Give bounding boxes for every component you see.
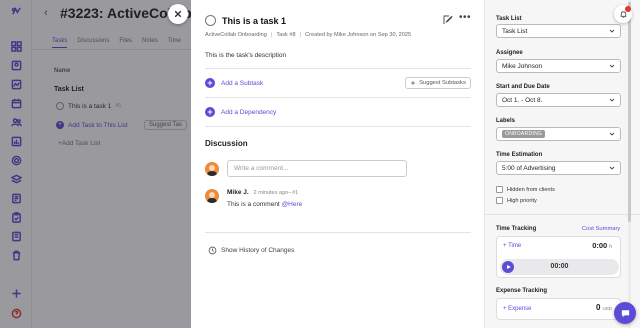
- sparkle-icon: [410, 80, 416, 86]
- expense-tracking-card: + Expense 0 USD: [496, 298, 621, 320]
- suggest-subtasks-button[interactable]: Suggest Subtasks: [405, 77, 471, 89]
- assignee-select[interactable]: Mike Johnson: [496, 59, 621, 73]
- notification-badge: [625, 6, 631, 12]
- discussion-title: Discussion: [205, 139, 248, 148]
- dates-value: Oct 1. - Oct 8.: [502, 96, 543, 104]
- notifications-button[interactable]: [614, 5, 632, 23]
- task-list-label: Task List: [496, 16, 522, 22]
- dates-picker[interactable]: Oct 1. - Oct 8.: [496, 93, 621, 107]
- meta-separator: |: [270, 32, 273, 38]
- created-by: Created by Mike Johnson on Sep 30, 2025: [305, 32, 412, 38]
- task-modal: This is a task 1 ••• ActiveCollab Onboar…: [191, 0, 640, 328]
- edit-icon[interactable]: [443, 15, 453, 25]
- comment-header: Mike J. 2 minutes ago–#1: [227, 189, 302, 196]
- add-time-button[interactable]: + Time: [503, 243, 521, 249]
- chat-button[interactable]: [614, 302, 636, 324]
- show-history-label: Show History of Changes: [221, 247, 295, 254]
- timer-bar: 00:00: [500, 259, 619, 275]
- labels-select[interactable]: ONBOARDING: [496, 127, 621, 141]
- comment-author[interactable]: Mike J.: [227, 189, 249, 196]
- checkbox-box[interactable]: [496, 186, 503, 193]
- task-sidebar: Task List Task List Assignee Mike Johnso…: [484, 0, 640, 328]
- cost-summary-link[interactable]: Cost Summary: [582, 226, 620, 232]
- expense-tracking-label: Expense Tracking: [496, 288, 548, 294]
- comment-time: 2 minutes ago: [253, 190, 289, 196]
- label-chip[interactable]: ONBOARDING: [502, 130, 546, 138]
- close-modal-button[interactable]: [168, 4, 188, 24]
- high-priority-label: High priority: [507, 197, 537, 204]
- task-title[interactable]: This is a task 1: [222, 16, 286, 26]
- chevron-down-icon: [609, 166, 615, 170]
- assignee-label: Assignee: [496, 50, 523, 56]
- hidden-from-clients-label: Hidden from clients: [507, 186, 555, 193]
- add-dependency-button[interactable]: + Add a Dependency: [205, 107, 276, 117]
- chat-icon: [621, 309, 629, 317]
- high-priority-checkbox[interactable]: High priority: [496, 197, 537, 204]
- plus-icon: +: [205, 107, 215, 117]
- project-link[interactable]: ActiveCollab Onboarding: [205, 32, 267, 38]
- task-main-panel: This is a task 1 ••• ActiveCollab Onboar…: [191, 0, 484, 328]
- complete-task-checkbox[interactable]: [205, 15, 216, 26]
- history-icon: [208, 246, 217, 255]
- comment-body: This is a comment: [227, 201, 280, 208]
- time-total: 0:00 h: [592, 241, 612, 250]
- timer-value: 00:00: [550, 263, 569, 270]
- time-tracking-card: + Time 0:00 h 00:00: [496, 236, 621, 278]
- chevron-down-icon: [609, 64, 615, 68]
- time-total-value: 0:00: [592, 241, 608, 250]
- add-dependency-label: Add a Dependency: [221, 108, 277, 116]
- expense-total: 0 USD: [596, 303, 612, 312]
- hidden-from-clients-checkbox[interactable]: Hidden from clients: [496, 186, 555, 193]
- sidebar-scrollbar-thumb[interactable]: [628, 2, 631, 222]
- show-history-button[interactable]: Show History of Changes: [208, 246, 294, 255]
- comment-mention[interactable]: @Here: [282, 201, 303, 208]
- add-expense-label: Expense: [508, 306, 532, 312]
- dates-label: Start and Due Date: [496, 84, 550, 90]
- assignee-value: Mike Johnson: [502, 62, 543, 70]
- task-meta: ActiveCollab Onboarding | Task #8 | Crea…: [205, 32, 411, 38]
- comment-input[interactable]: [227, 160, 407, 177]
- comment-ref[interactable]: #1: [292, 190, 298, 196]
- meta-separator: |: [299, 32, 302, 38]
- estimation-label: Time Estimation: [496, 152, 543, 158]
- comment-item: Mike J. 2 minutes ago–#1 This is a comme…: [205, 189, 302, 208]
- divider: [205, 68, 471, 69]
- estimation-value: 5:00 of Advertising: [502, 164, 556, 172]
- add-subtask-button[interactable]: + Add a Subtask: [205, 78, 263, 88]
- more-options-icon[interactable]: •••: [459, 13, 471, 25]
- avatar: [205, 189, 219, 203]
- time-unit: h: [609, 244, 612, 250]
- add-subtask-label: Add a Subtask: [221, 79, 264, 87]
- task-description[interactable]: This is the task's description: [205, 52, 286, 59]
- task-list-select[interactable]: Task List: [496, 24, 621, 38]
- checkbox-box[interactable]: [496, 197, 503, 204]
- task-header: This is a task 1: [205, 15, 286, 26]
- add-time-label: Time: [508, 243, 522, 249]
- chevron-down-icon: [609, 132, 615, 136]
- add-expense-button[interactable]: + Expense: [503, 306, 532, 312]
- estimation-select[interactable]: 5:00 of Advertising: [496, 161, 621, 175]
- close-icon: [174, 10, 182, 18]
- chevron-down-icon: [609, 29, 615, 33]
- task-list-value: Task List: [502, 27, 528, 35]
- comment-composer: [205, 160, 407, 177]
- avatar: [205, 161, 219, 176]
- comment-separator: –: [288, 190, 292, 196]
- expense-total-value: 0: [596, 303, 601, 312]
- task-number: Task #8: [276, 32, 296, 38]
- labels-label: Labels: [496, 118, 516, 124]
- sidebar-divider: [485, 214, 640, 215]
- divider: [205, 232, 471, 233]
- expense-currency: USD: [602, 306, 612, 311]
- divider: [205, 97, 471, 98]
- divider: [205, 126, 471, 127]
- time-tracking-label: Time Tracking: [496, 226, 537, 232]
- suggest-subtasks-label: Suggest Subtasks: [419, 80, 466, 86]
- chevron-down-icon: [609, 98, 615, 102]
- comment-text: This is a comment @Here: [227, 201, 302, 208]
- plus-icon: +: [205, 78, 215, 88]
